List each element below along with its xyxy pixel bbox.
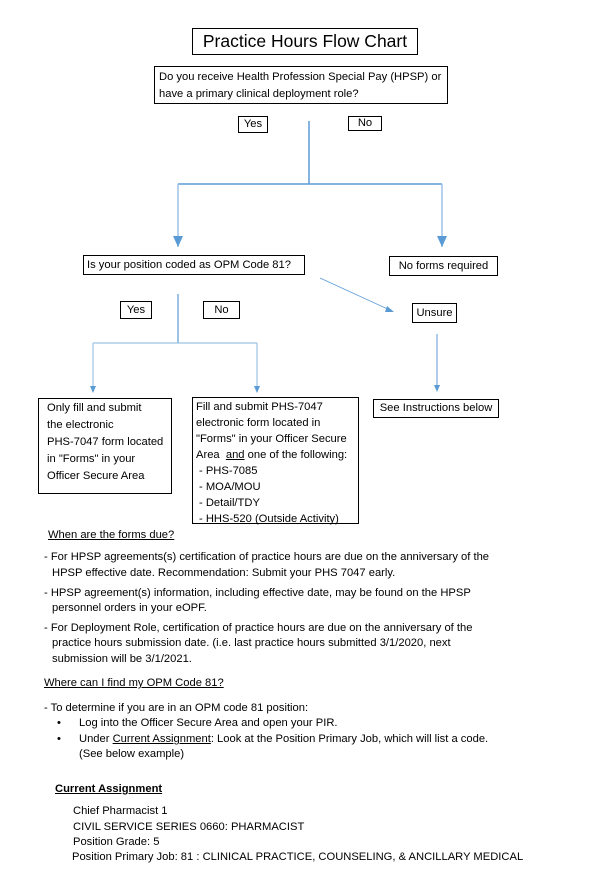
due-item-3-line: submission will be 3/1/2021. [52, 653, 192, 665]
fill-submit-line-area: Area and one of the following: [196, 447, 358, 463]
arrow-to-unsure [319, 277, 393, 312]
opm-intro: - To determine if you are in an OPM code… [44, 702, 309, 714]
arrowhead-to-no-forms [437, 236, 447, 247]
arrowhead-to-unsure [385, 306, 394, 312]
due-item-3-line: practice hours submission date. (i.e. la… [52, 637, 451, 649]
arrowhead-to-only-fill [90, 386, 96, 393]
due-item-1-line: - For HPSP agreements(s) certification o… [44, 551, 490, 563]
only-fill-box: Only fill and submit the electronic PHS-… [38, 398, 172, 494]
form-list-item: - Detail/TDY [199, 497, 260, 509]
fill-and-submit-box: Fill and submit PHS-7047 electronic form… [192, 397, 359, 525]
arrowhead-to-see-instructions [434, 385, 440, 392]
opm-bullet-1-text: Log into the Officer Secure Area and ope… [79, 717, 338, 729]
example-line: Position Primary Job: 81 : CLINICAL PRAC… [72, 851, 524, 863]
only-fill-line: the electronic [47, 419, 114, 431]
due-item-3-line: - For Deployment Role, certification of … [44, 622, 473, 634]
question1-line: Do you receive Health Profession Special… [159, 71, 442, 83]
opm-bullet-2-prefix: Under [79, 733, 110, 745]
form-list-item: - MOA/MOU [199, 481, 261, 493]
fill-submit-line: electronic form located in [196, 417, 321, 429]
example-line: CIVIL SERVICE SERIES 0660: PHARMACIST [73, 821, 305, 833]
question2-box: Is your position coded as OPM Code 81? [83, 255, 305, 275]
see-instructions-box: See Instructions below [373, 399, 499, 418]
only-fill-line: Officer Secure Area [47, 470, 145, 482]
unsure-box: Unsure [412, 303, 457, 323]
due-heading: When are the forms due? [48, 529, 175, 541]
opm-bullet-1: • Log into the Officer Secure Area and op… [57, 715, 338, 731]
page-title: Practice Hours Flow Chart [192, 28, 418, 55]
form-list-item: - PHS-7085 [199, 465, 258, 477]
form-list-item: - HHS-520 (Outside Activity) [199, 513, 339, 525]
question1-yes-label: Yes [238, 116, 268, 133]
bullet-icon: • [57, 733, 61, 745]
question1-line: have a primary clinical deployment role? [159, 88, 359, 100]
question1-box: Do you receive Health Profession Special… [154, 66, 448, 104]
arrowhead-to-fill-submit [254, 386, 260, 393]
opm-heading: Where can I find my OPM Code 81? [44, 677, 224, 689]
example-line: Chief Pharmacist 1 [73, 805, 168, 817]
bullet-icon: • [57, 717, 61, 729]
question2-yes-label: Yes [120, 301, 152, 319]
fill-submit-line: "Forms" in your Officer Secure [196, 433, 347, 445]
only-fill-line: in "Forms" in your [47, 453, 136, 465]
opm-bullet-2-line2: (See below example) [79, 748, 185, 760]
fill-submit-line: Fill and submit PHS-7047 [196, 401, 323, 413]
question1-no-label: No [348, 116, 382, 131]
current-assignment-ref: Current Assignment [112, 733, 211, 745]
arrowhead-to-q2 [173, 236, 183, 247]
question2-no-label: No [203, 301, 240, 319]
following-text: one of the following: [247, 449, 348, 461]
only-fill-line: PHS-7047 form located [47, 436, 164, 448]
no-forms-required-box: No forms required [389, 256, 498, 276]
opm-bullet-2: • Under Current Assignment: Look at the P… [57, 731, 488, 747]
due-item-2-line: - HPSP agreement(s) information, includi… [44, 587, 471, 599]
area-word: Area [196, 449, 220, 461]
due-item-2-line: personnel orders in your eOPF. [52, 602, 207, 614]
and-word: and [225, 449, 245, 461]
example-heading: Current Assignment [55, 783, 163, 795]
only-fill-line: Only fill and submit [47, 402, 142, 414]
example-line: Position Grade: 5 [73, 836, 160, 848]
opm-bullet-2-suffix: : Look at the Position Primary Job, whic… [210, 733, 489, 745]
due-item-1-line: HPSP effective date. Recommendation: Sub… [52, 567, 396, 579]
